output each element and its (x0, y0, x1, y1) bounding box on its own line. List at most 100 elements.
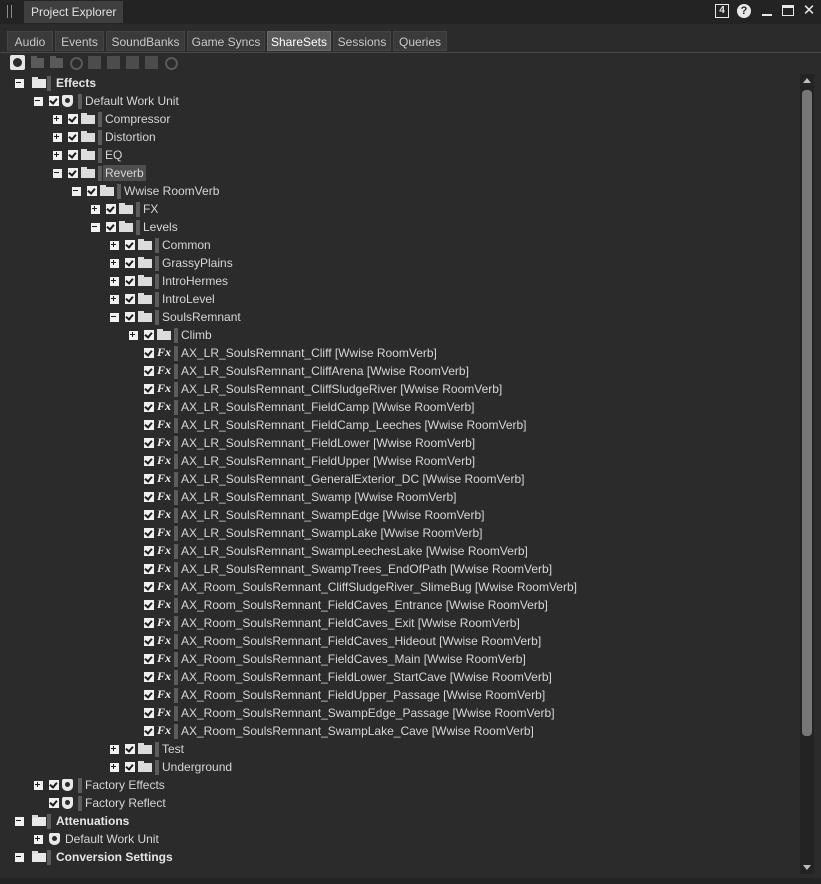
tree-row[interactable]: Fx AX_Room_SoulsRemnant_FieldUpper_Passag… (0, 686, 798, 704)
tree-row[interactable]: Fx AX_Room_SoulsRemnant_FieldCaves_Exit [… (0, 614, 798, 632)
include-checkbox[interactable] (68, 114, 78, 124)
include-checkbox[interactable] (68, 150, 78, 160)
collapse-icon[interactable] (53, 169, 62, 178)
tree-item-label[interactable]: AX_LR_SoulsRemnant_GeneralExterior_DC [W… (181, 471, 524, 487)
vertical-scrollbar[interactable] (800, 74, 814, 874)
tree-row[interactable]: Fx AX_LR_SoulsRemnant_FieldUpper [Wwise R… (0, 452, 798, 470)
workunit-filter-icon[interactable] (10, 55, 25, 70)
badge-4-icon[interactable]: 4 (715, 4, 729, 18)
tree-item-label[interactable]: AX_LR_SoulsRemnant_SwampLeechesLake [Wwi… (181, 543, 528, 559)
tree-item-label[interactable]: Default Work Unit (65, 831, 159, 847)
tree-row[interactable]: Fx AX_Room_SoulsRemnant_SwampLake_Cave [W… (0, 722, 798, 740)
tree-row[interactable]: Fx AX_LR_SoulsRemnant_SwampTrees_EndOfPat… (0, 560, 798, 578)
horizontal-scrollbar[interactable] (0, 878, 821, 884)
collapse-icon[interactable] (72, 187, 81, 196)
tree-item-label[interactable]: AX_Room_SoulsRemnant_SwampLake_Cave [Wwi… (181, 723, 534, 739)
minimize-icon[interactable] (760, 4, 774, 18)
scroll-thumb[interactable] (802, 90, 812, 736)
tree-row[interactable]: Conversion Settings (0, 848, 798, 866)
expand-icon[interactable] (53, 115, 62, 124)
include-checkbox[interactable] (144, 528, 154, 538)
tree-item-label[interactable]: Underground (162, 759, 232, 775)
tree-item-label[interactable]: Common (162, 237, 211, 253)
include-checkbox[interactable] (144, 672, 154, 682)
tree-row[interactable]: Fx AX_Room_SoulsRemnant_FieldCaves_Hideou… (0, 632, 798, 650)
expand-icon[interactable] (91, 205, 100, 214)
expand-icon[interactable] (129, 331, 138, 340)
include-checkbox[interactable] (125, 762, 135, 772)
tree-item-label[interactable]: AX_Room_SoulsRemnant_CliffSludgeRiver_Sl… (181, 579, 577, 595)
scroll-down-icon[interactable] (803, 865, 811, 870)
include-checkbox[interactable] (144, 330, 154, 340)
tree-row[interactable]: Fx AX_LR_SoulsRemnant_SwampLake [Wwise Ro… (0, 524, 798, 542)
include-checkbox[interactable] (125, 240, 135, 250)
curve-filter-icon[interactable] (125, 55, 140, 70)
include-checkbox[interactable] (49, 780, 59, 790)
tree-row[interactable]: Fx AX_LR_SoulsRemnant_FieldCamp_Leeches [… (0, 416, 798, 434)
collapse-icon[interactable] (91, 223, 100, 232)
tab-sessions[interactable]: Sessions (333, 31, 391, 51)
tree-item-label[interactable]: AX_Room_SoulsRemnant_FieldCaves_Hideout … (181, 633, 541, 649)
tree-item-label[interactable]: AX_LR_SoulsRemnant_SwampEdge [Wwise Room… (181, 507, 484, 523)
include-checkbox[interactable] (144, 582, 154, 592)
tree-item-label[interactable]: AX_LR_SoulsRemnant_FieldUpper [Wwise Roo… (181, 453, 475, 469)
include-checkbox[interactable] (125, 276, 135, 286)
include-checkbox[interactable] (49, 96, 59, 106)
tree-row[interactable]: Wwise RoomVerb (0, 182, 798, 200)
tree-row[interactable]: IntroLevel (0, 290, 798, 308)
tree-row[interactable]: Fx AX_LR_SoulsRemnant_FieldCamp [Wwise Ro… (0, 398, 798, 416)
scroll-up-icon[interactable] (803, 78, 811, 83)
tree-row[interactable]: FX (0, 200, 798, 218)
include-checkbox[interactable] (49, 798, 59, 808)
tree-item-label[interactable]: Levels (143, 219, 178, 235)
tree-row[interactable]: EQ (0, 146, 798, 164)
tree-row[interactable]: Fx AX_LR_SoulsRemnant_Cliff [Wwise RoomVe… (0, 344, 798, 362)
expand-icon[interactable] (53, 151, 62, 160)
tree-item-label[interactable]: AX_Room_SoulsRemnant_FieldCaves_Main [Ww… (181, 651, 526, 667)
tree-row[interactable]: Fx AX_Room_SoulsRemnant_FieldCaves_Main [… (0, 650, 798, 668)
tree-row[interactable]: Factory Reflect (0, 794, 798, 812)
tree-item-label[interactable]: Factory Reflect (85, 795, 166, 811)
tree-item-label[interactable]: Attenuations (56, 813, 129, 829)
tree-row[interactable]: Fx AX_LR_SoulsRemnant_Swamp [Wwise RoomVe… (0, 488, 798, 506)
expand-icon[interactable] (110, 277, 119, 286)
tree-row[interactable]: Attenuations (0, 812, 798, 830)
tree-row[interactable]: Fx AX_LR_SoulsRemnant_SwampLeechesLake [W… (0, 542, 798, 560)
tree-item-label[interactable]: AX_Room_SoulsRemnant_FieldCaves_Exit [Ww… (181, 615, 520, 631)
include-checkbox[interactable] (144, 654, 154, 664)
collapse-icon[interactable] (15, 853, 24, 862)
collapse-icon[interactable] (110, 313, 119, 322)
include-checkbox[interactable] (106, 204, 116, 214)
include-checkbox[interactable] (144, 456, 154, 466)
tree-row[interactable]: Test (0, 740, 798, 758)
tab-game-syncs[interactable]: Game Syncs (187, 31, 265, 51)
tree-row[interactable]: Fx AX_LR_SoulsRemnant_CliffSludgeRiver [W… (0, 380, 798, 398)
tree-item-label[interactable]: IntroLevel (162, 291, 215, 307)
tab-queries[interactable]: Queries (393, 31, 447, 51)
include-checkbox[interactable] (144, 636, 154, 646)
tree-row[interactable]: Default Work Unit (0, 92, 798, 110)
tree-item-label[interactable]: SoulsRemnant (162, 309, 241, 325)
include-checkbox[interactable] (144, 618, 154, 628)
tree-item-label[interactable]: AX_LR_SoulsRemnant_SwampLake [Wwise Room… (181, 525, 482, 541)
include-checkbox[interactable] (144, 690, 154, 700)
tree-item-label[interactable]: Wwise RoomVerb (124, 183, 219, 199)
include-checkbox[interactable] (68, 168, 78, 178)
include-checkbox[interactable] (125, 312, 135, 322)
tree-item-label[interactable]: AX_LR_SoulsRemnant_FieldCamp [Wwise Room… (181, 399, 474, 415)
tree-item-label[interactable]: Climb (181, 327, 212, 343)
include-checkbox[interactable] (144, 474, 154, 484)
tree-item-label[interactable]: Compressor (105, 111, 170, 127)
tree-item-label[interactable]: AX_LR_SoulsRemnant_FieldLower [Wwise Roo… (181, 435, 475, 451)
tree-item-label[interactable]: IntroHermes (162, 273, 228, 289)
close-icon[interactable]: ✕ (802, 3, 816, 18)
include-checkbox[interactable] (144, 600, 154, 610)
expand-icon[interactable] (110, 259, 119, 268)
tab-sharesets[interactable]: ShareSets (267, 31, 331, 51)
include-checkbox[interactable] (125, 258, 135, 268)
tree-row[interactable]: Fx AX_Room_SoulsRemnant_SwampEdge_Passage… (0, 704, 798, 722)
collapse-icon[interactable] (15, 817, 24, 826)
tree-row[interactable]: Fx AX_LR_SoulsRemnant_GeneralExterior_DC … (0, 470, 798, 488)
include-checkbox[interactable] (144, 438, 154, 448)
tab-soundbanks[interactable]: SoundBanks (106, 31, 185, 51)
